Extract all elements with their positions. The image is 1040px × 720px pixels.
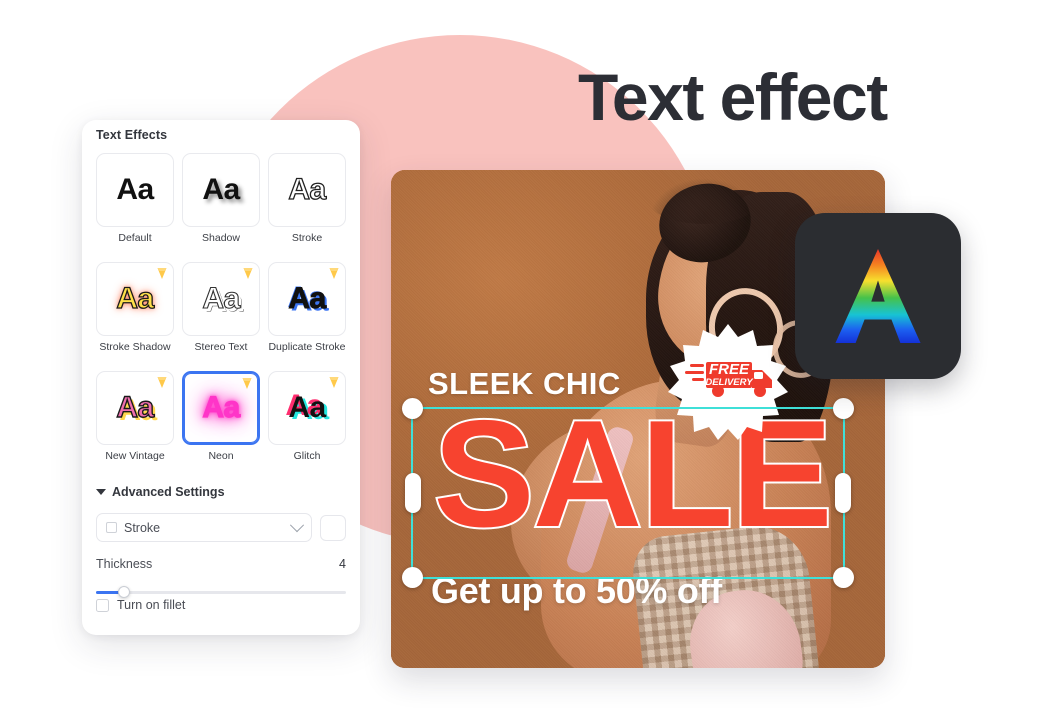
effect-sample-text: Aa (202, 282, 241, 315)
effect-cell: Aa Glitch (268, 371, 346, 480)
page-root: Text effect Text Effects Aa Default Aa Shad… (0, 0, 1040, 720)
effect-cell: Aa New Vintage (96, 371, 174, 480)
resize-handle-top-right[interactable] (833, 398, 854, 419)
effect-sample-text: Aa (116, 391, 155, 424)
thickness-value: 4 (339, 557, 346, 571)
effect-tile-stereo-text[interactable]: Aa (182, 262, 260, 336)
effect-sample-text: Aa (288, 282, 327, 315)
resize-handle-middle-right[interactable] (835, 473, 851, 513)
thickness-row: Thickness 4 (96, 557, 346, 571)
effect-sample-text: Aa (116, 282, 155, 315)
effect-cell: Aa Stroke (268, 153, 346, 262)
effect-tile-stroke[interactable]: Aa (268, 153, 346, 227)
slider-knob[interactable] (117, 586, 130, 598)
resize-handle-top-left[interactable] (402, 398, 423, 419)
stroke-select[interactable]: Stroke (96, 513, 312, 542)
thickness-slider[interactable] (96, 586, 346, 598)
badge-line2: DELIVERY (705, 377, 754, 388)
chevron-down-icon (289, 517, 305, 532)
stroke-select-value: Stroke (124, 520, 161, 535)
stroke-color-swatch[interactable] (320, 514, 346, 541)
effect-label: Duplicate Stroke (268, 341, 346, 353)
effect-tile-duplicate-stroke[interactable]: Aa (268, 262, 346, 336)
text-selection-frame[interactable] (402, 398, 854, 588)
text-effects-panel: Text Effects Aa Default Aa Shadow Aa Stroke Aa… (82, 120, 360, 635)
fillet-checkbox[interactable] (96, 598, 109, 612)
effect-label: Neon (208, 450, 234, 462)
effect-label: Stroke (291, 232, 323, 244)
fillet-row[interactable]: Turn on fillet (96, 598, 346, 612)
effect-label: Stereo Text (194, 341, 248, 353)
effect-label: Default (118, 232, 152, 244)
effect-tile-new-vintage[interactable]: Aa (96, 371, 174, 445)
effect-tile-glitch[interactable]: Aa (268, 371, 346, 445)
thickness-label: Thickness (96, 557, 153, 571)
panel-title: Text Effects (96, 128, 168, 142)
effect-tile-shadow[interactable]: Aa (182, 153, 260, 227)
fillet-label: Turn on fillet (117, 598, 186, 612)
premium-gem-icon (329, 268, 339, 279)
advanced-settings-label: Advanced Settings (112, 485, 225, 499)
effect-sample-text: Aa (116, 173, 154, 206)
effect-label: Stroke Shadow (99, 341, 171, 353)
resize-handle-middle-left[interactable] (405, 473, 421, 513)
effect-cell: Aa Neon (182, 371, 260, 480)
page-title: Text effect (578, 60, 888, 134)
effect-cell: Aa Duplicate Stroke (268, 262, 346, 371)
effect-label: Shadow (202, 232, 240, 244)
effect-cell: Aa Default (96, 153, 174, 262)
effect-cell: Aa Shadow (182, 153, 260, 262)
effect-cell: Aa Stroke Shadow (96, 262, 174, 371)
premium-gem-icon (243, 268, 253, 279)
effect-label: New Vintage (105, 450, 165, 462)
effect-sample-text: Aa (202, 391, 241, 424)
badge-line1: FREE (709, 361, 750, 378)
effect-sample-text: Aa (288, 173, 327, 206)
advanced-settings-header[interactable]: Advanced Settings (96, 485, 346, 499)
resize-handle-bottom-left[interactable] (402, 567, 423, 588)
letter-a-icon (835, 248, 921, 344)
premium-gem-icon (329, 377, 339, 388)
effect-label: Glitch (293, 450, 321, 462)
premium-gem-icon (157, 268, 167, 279)
effect-sample-text: Aa (202, 173, 240, 206)
effects-grid: Aa Default Aa Shadow Aa Stroke Aa Stroke Shadow… (96, 153, 346, 480)
stroke-toggle-checkbox[interactable] (106, 522, 117, 533)
effect-cell: Aa Stereo Text (182, 262, 260, 371)
effect-tile-default[interactable]: Aa (96, 153, 174, 227)
premium-gem-icon (242, 378, 252, 389)
stroke-select-row: Stroke (96, 513, 346, 542)
premium-gem-icon (157, 377, 167, 388)
chevron-down-icon (96, 489, 106, 495)
effect-tile-neon[interactable]: Aa (182, 371, 260, 445)
effect-sample-text: Aa (288, 391, 326, 424)
effect-tile-stroke-shadow[interactable]: Aa (96, 262, 174, 336)
resize-handle-bottom-right[interactable] (833, 567, 854, 588)
app-icon[interactable] (795, 213, 961, 379)
slider-track (96, 591, 346, 594)
